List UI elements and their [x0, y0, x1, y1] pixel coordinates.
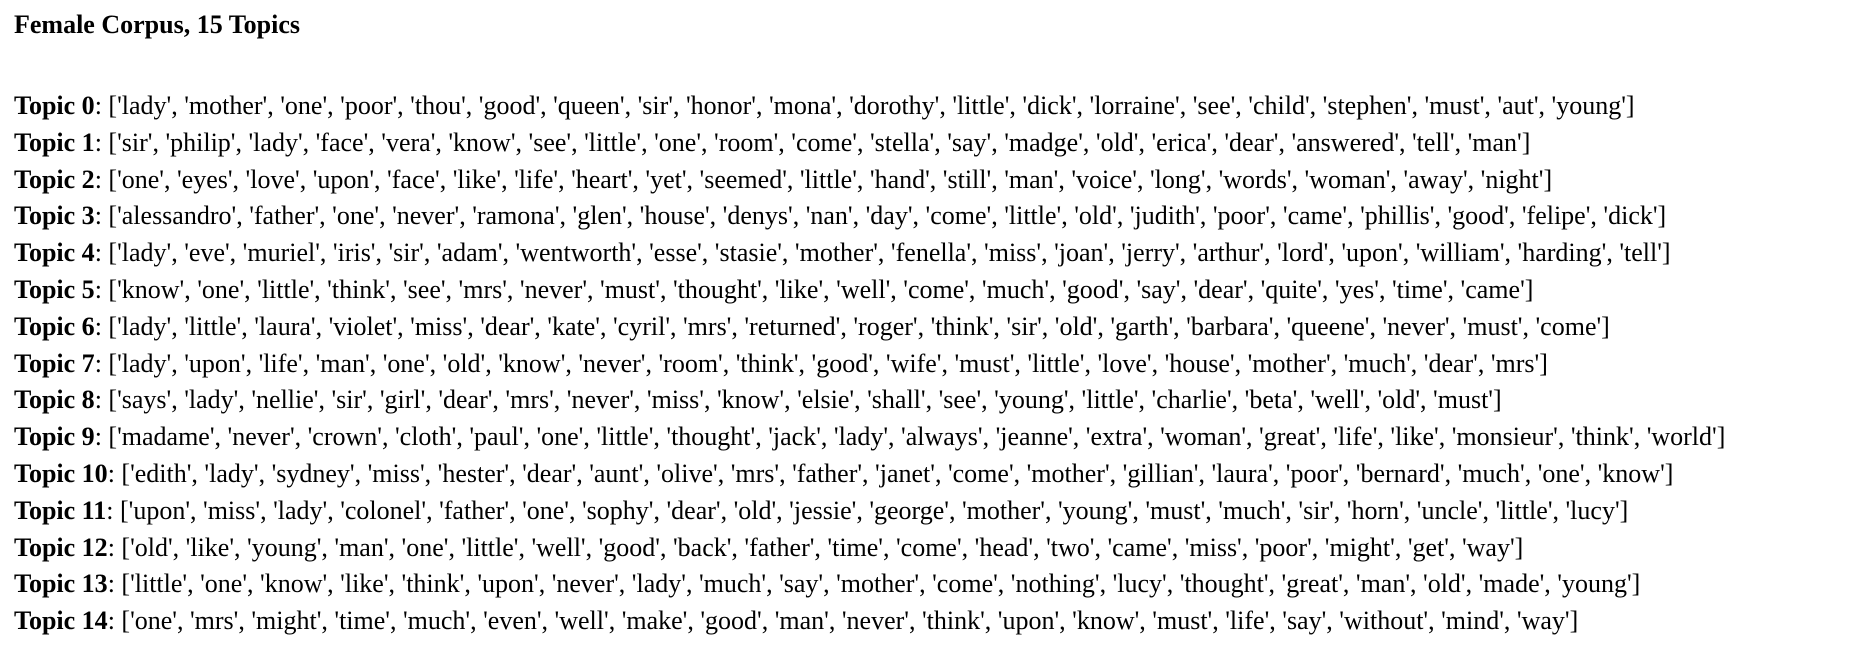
- topic-row: Topic 2: ['one', 'eyes', 'love', 'upon',…: [14, 162, 1854, 199]
- document-title: Female Corpus, 15 Topics: [14, 10, 301, 39]
- topic-row: Topic 9: ['madame', 'never', 'crown', 'c…: [14, 419, 1854, 456]
- topic-words: ['madame', 'never', 'crown', 'cloth', 'p…: [108, 422, 1726, 452]
- topic-label: Topic 13: [14, 569, 108, 599]
- topic-words: ['says', 'lady', 'nellie', 'sir', 'girl'…: [108, 385, 1502, 415]
- topic-label: Topic 7: [14, 348, 95, 378]
- topic-words: ['one', 'eyes', 'love', 'upon', 'face', …: [108, 164, 1553, 194]
- topic-separator: :: [94, 127, 109, 157]
- topic-row: Topic 4: ['lady', 'eve', 'muriel', 'iris…: [14, 235, 1854, 272]
- topic-separator: :: [94, 348, 109, 378]
- topic-label: Topic 6: [14, 311, 95, 341]
- topic-separator: :: [94, 238, 109, 268]
- topic-separator: :: [94, 91, 109, 120]
- topic-words: ['sir', 'philip', 'lady', 'face', 'vera'…: [108, 127, 1531, 157]
- topic-label: Topic 3: [14, 201, 95, 231]
- topic-label: Topic 11: [14, 495, 107, 525]
- topic-separator: :: [94, 164, 109, 194]
- topic-separator: :: [107, 606, 122, 636]
- topic-separator: :: [94, 311, 109, 341]
- topic-words: ['old', 'like', 'young', 'man', 'one', '…: [121, 532, 1524, 562]
- topic-separator: :: [107, 532, 122, 562]
- topic-separator: :: [94, 274, 109, 304]
- topic-words: ['upon', 'miss', 'lady', 'colonel', 'fat…: [119, 495, 1629, 525]
- topic-separator: :: [107, 569, 122, 599]
- topic-row: Topic 14: ['one', 'mrs', 'might', 'time'…: [14, 603, 1854, 640]
- topic-list: Topic 0: ['lady', 'mother', 'one', 'poor…: [14, 88, 1854, 640]
- topic-label: Topic 4: [14, 238, 95, 268]
- topic-separator: :: [94, 201, 109, 231]
- topic-label: Topic 8: [14, 385, 95, 415]
- topic-row: Topic 5: ['know', 'one', 'little', 'thin…: [14, 272, 1854, 309]
- topic-label: Topic 2: [14, 164, 95, 194]
- topic-row: Topic 12: ['old', 'like', 'young', 'man'…: [14, 530, 1854, 567]
- topic-separator: :: [94, 422, 109, 452]
- topic-words: ['know', 'one', 'little', 'think', 'see'…: [108, 274, 1534, 304]
- topic-separator: :: [94, 385, 109, 415]
- topic-label: Topic 1: [14, 127, 95, 157]
- page: { "document": { "title": "Female Corpus,…: [0, 0, 1860, 648]
- topic-row: Topic 1: ['sir', 'philip', 'lady', 'face…: [14, 125, 1854, 162]
- topic-separator: :: [106, 495, 120, 525]
- topic-words: ['edith', 'lady', 'sydney', 'miss', 'hes…: [121, 458, 1674, 488]
- topic-row: Topic 3: ['alessandro', 'father', 'one',…: [14, 198, 1854, 235]
- topic-row: Topic 7: ['lady', 'upon', 'life', 'man',…: [14, 346, 1854, 383]
- topic-row: Topic 8: ['says', 'lady', 'nellie', 'sir…: [14, 382, 1854, 419]
- topic-label: Topic 0: [14, 91, 95, 120]
- topic-label: Topic 5: [14, 274, 95, 304]
- topic-label: Topic 10: [14, 458, 108, 488]
- topic-words: ['one', 'mrs', 'might', 'time', 'much', …: [121, 606, 1579, 636]
- topic-label: Topic 14: [14, 606, 108, 636]
- topic-separator: :: [107, 458, 122, 488]
- topic-row: Topic 0: ['lady', 'mother', 'one', 'poor…: [14, 88, 1854, 125]
- topic-label: Topic 12: [14, 532, 108, 562]
- topic-row: Topic 11: ['upon', 'miss', 'lady', 'colo…: [14, 493, 1854, 530]
- topic-words: ['lady', 'little', 'laura', 'violet', 'm…: [108, 311, 1610, 341]
- topic-words: ['little', 'one', 'know', 'like', 'think…: [121, 569, 1641, 599]
- topic-row: Topic 10: ['edith', 'lady', 'sydney', 'm…: [14, 456, 1854, 493]
- document-body: Female Corpus, 15 Topics Topic 0: ['lady…: [14, 8, 1854, 640]
- topic-label: Topic 9: [14, 422, 95, 452]
- topic-words: ['alessandro', 'father', 'one', 'never',…: [108, 201, 1667, 231]
- topic-row: Topic 13: ['little', 'one', 'know', 'lik…: [14, 566, 1854, 603]
- topic-words: ['lady', 'upon', 'life', 'man', 'one', '…: [108, 348, 1548, 378]
- topic-row: Topic 6: ['lady', 'little', 'laura', 'vi…: [14, 309, 1854, 346]
- topic-words: ['lady', 'mother', 'one', 'poor', 'thou'…: [108, 91, 1635, 120]
- topic-words: ['lady', 'eve', 'muriel', 'iris', 'sir',…: [108, 238, 1671, 268]
